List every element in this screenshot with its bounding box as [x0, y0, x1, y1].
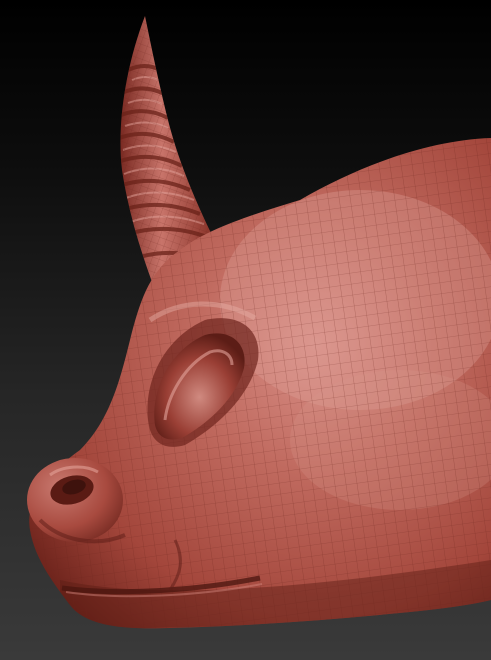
sculpt-render — [27, 16, 491, 629]
sculpt-viewport[interactable] — [0, 0, 491, 660]
